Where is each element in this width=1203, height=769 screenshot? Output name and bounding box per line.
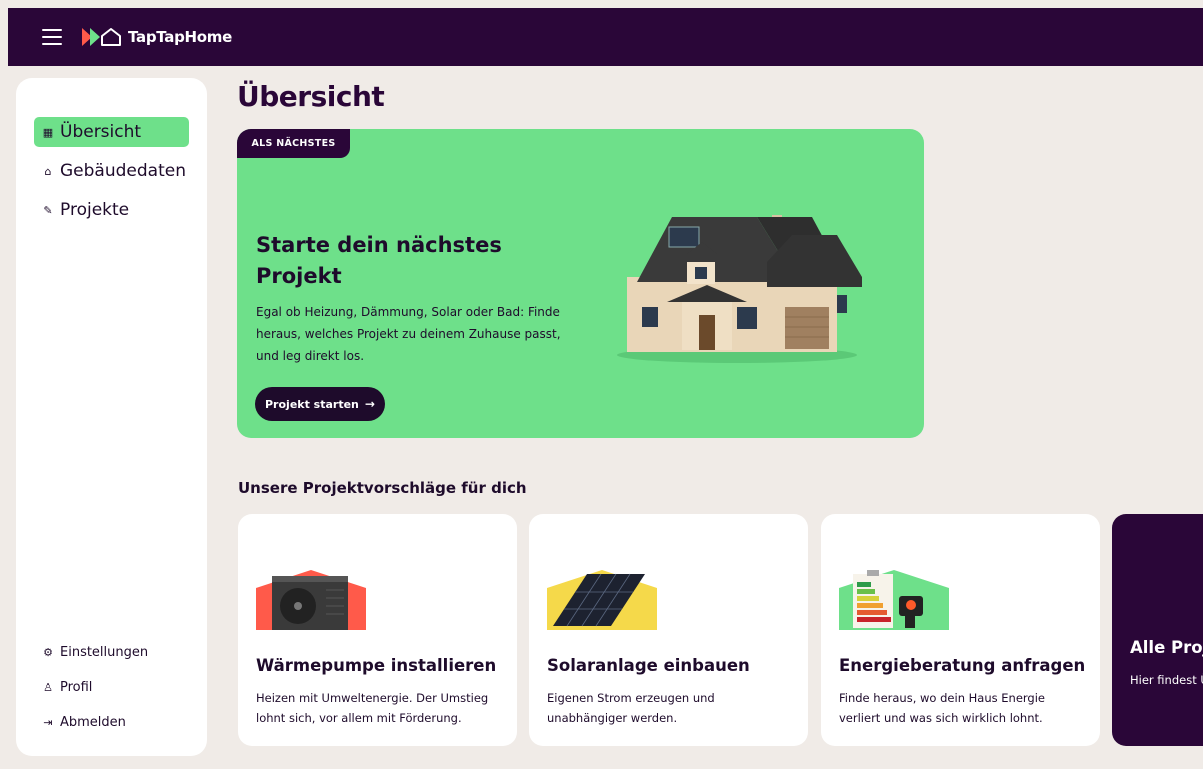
sidebar-item-projekte[interactable]: ✎ Projekte [34,195,189,225]
logo[interactable]: TapTapHome [82,27,232,47]
solar-panel-icon [547,570,657,630]
sidebar-item-profil[interactable]: ♙ Profil [42,677,92,697]
sidebar-item-abmelden[interactable]: ⇥ Abmelden [42,712,126,732]
gear-icon: ⚙ [43,645,53,659]
sidebar-item-label: Einstellungen [60,644,149,660]
heat-pump-icon [256,570,366,630]
card-energy-consulting[interactable]: Energieberatung anfragen Finde heraus, w… [821,514,1100,746]
next-project-card: ALS NÄCHSTES Starte dein nächstes Projek… [237,129,924,438]
energy-rating-icon [839,570,949,630]
page-title: Übersicht [237,80,385,113]
card-solar[interactable]: Solaranlage einbauen Eigenen Strom erzeu… [529,514,808,746]
menu-icon[interactable] [42,29,62,45]
app-name: TapTapHome [128,28,232,46]
logo-icon [82,28,121,46]
next-badge: ALS NÄCHSTES [237,129,350,158]
card-title: Energieberatung anfragen [839,656,1086,675]
card-text: Hier findest Überblick al TapTapHome [1130,673,1203,687]
sidebar-item-gebaeudedaten[interactable]: ⌂ Gebäudedaten [34,156,189,186]
start-project-button[interactable]: Projekt starten → [255,387,385,421]
card-text: Finde heraus, wo dein Haus Energie verli… [839,691,1045,725]
house-illustration-icon [617,215,862,363]
home-icon: ⌂ [44,164,52,178]
suggestions-title: Unsere Projektvorschläge für dich [238,479,527,497]
start-project-label: Projekt starten [265,397,359,411]
arrow-right-icon: → [364,397,375,411]
card-text: Eigenen Strom erzeugen und unabhängiger … [547,691,715,725]
sidebar-item-label: Gebäudedaten [60,161,186,181]
grid-icon: ▦ [42,125,54,139]
sidebar-item-einstellungen[interactable]: ⚙ Einstellungen [42,642,148,662]
card-all-projects[interactable]: Alle Proj Hier findest Überblick al TapT… [1112,514,1203,746]
top-bar: TapTapHome [8,8,1203,66]
sidebar-item-uebersicht[interactable]: ▦ Übersicht [34,117,189,147]
card-heat-pump[interactable]: Wärmepumpe installieren Heizen mit Umwel… [238,514,517,746]
card-title: Wärmepumpe installieren [256,656,497,675]
wrench-icon: ✎ [43,203,53,217]
hero-title: Starte dein nächstes Projekt [256,233,502,288]
card-title: Solaranlage einbauen [547,656,750,675]
sidebar-item-label: Profil [60,679,93,695]
logout-icon: ⇥ [43,715,53,729]
sidebar-item-label: Projekte [60,200,130,220]
user-icon: ♙ [43,680,53,694]
sidebar-item-label: Abmelden [60,714,126,730]
card-text: Heizen mit Umweltenergie. Der Umstieg lo… [256,691,489,725]
sidebar: ▦ Übersicht ⌂ Gebäudedaten ✎ Projekte ⚙ … [16,78,207,756]
card-title: Alle Proj [1130,638,1203,657]
hero-text: Egal ob Heizung, Dämmung, Solar oder Bad… [256,305,561,363]
sidebar-item-label: Übersicht [60,122,142,142]
